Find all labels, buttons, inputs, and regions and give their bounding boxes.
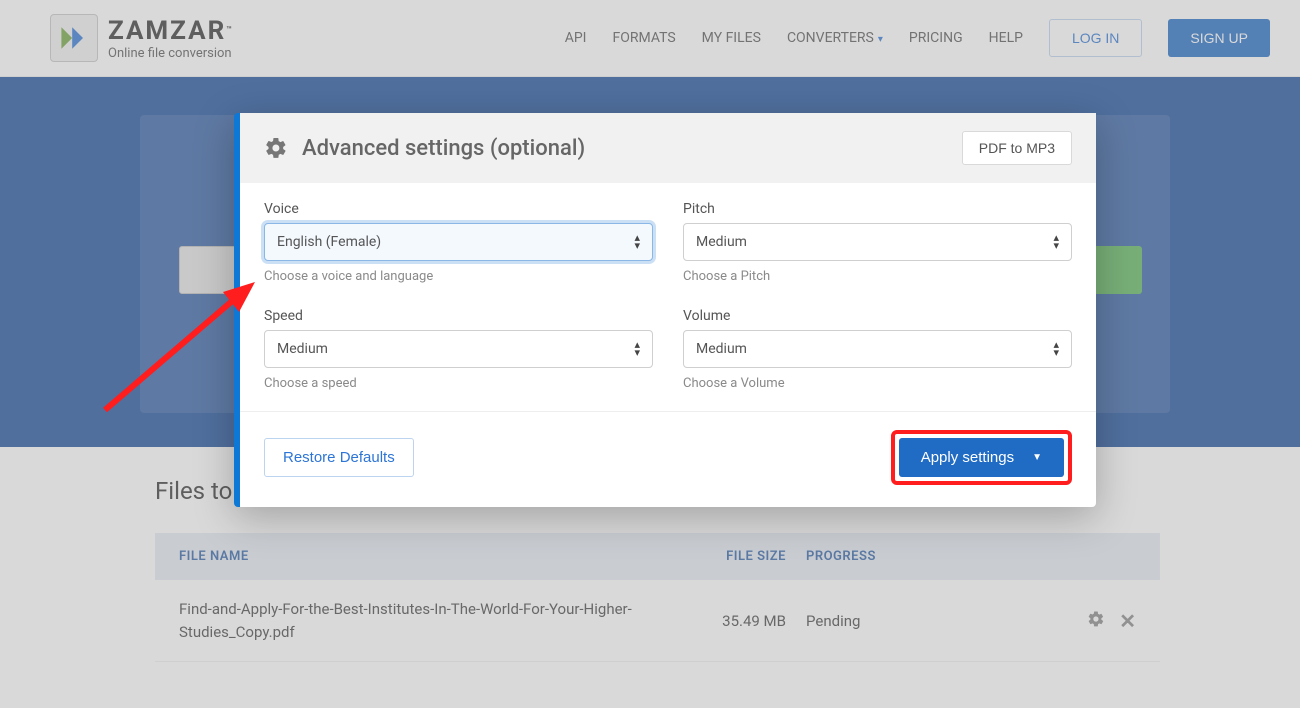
apply-highlight: Apply settings ▼	[891, 430, 1072, 485]
caret-icon: ▴▾	[1053, 341, 1059, 356]
pitch-select[interactable]: Medium ▴▾	[683, 223, 1072, 261]
caret-down-icon: ▼	[1032, 452, 1042, 463]
speed-value: Medium	[277, 341, 328, 357]
voice-label: Voice	[264, 201, 653, 217]
volume-value: Medium	[696, 341, 747, 357]
restore-defaults-button[interactable]: Restore Defaults	[264, 438, 414, 477]
gear-icon	[264, 136, 288, 160]
voice-hint: Choose a voice and language	[264, 269, 653, 284]
modal-footer: Restore Defaults Apply settings ▼	[240, 411, 1096, 507]
conversion-badge[interactable]: PDF to MP3	[962, 131, 1072, 165]
modal-body: Voice English (Female) ▴▾ Choose a voice…	[240, 183, 1096, 411]
pitch-label: Pitch	[683, 201, 1072, 217]
volume-select[interactable]: Medium ▴▾	[683, 330, 1072, 368]
pitch-value: Medium	[696, 234, 747, 250]
pitch-hint: Choose a Pitch	[683, 269, 1072, 284]
voice-value: English (Female)	[277, 234, 381, 250]
caret-icon: ▴▾	[634, 234, 640, 249]
speed-select[interactable]: Medium ▴▾	[264, 330, 653, 368]
speed-label: Speed	[264, 308, 653, 324]
caret-icon: ▴▾	[634, 341, 640, 356]
advanced-settings-modal: Advanced settings (optional) PDF to MP3 …	[234, 113, 1096, 507]
apply-settings-button[interactable]: Apply settings ▼	[899, 438, 1064, 477]
voice-select[interactable]: English (Female) ▴▾	[264, 223, 653, 261]
field-voice: Voice English (Female) ▴▾ Choose a voice…	[264, 201, 653, 298]
speed-hint: Choose a speed	[264, 376, 653, 391]
volume-label: Volume	[683, 308, 1072, 324]
modal-title: Advanced settings (optional)	[302, 136, 948, 161]
field-speed: Speed Medium ▴▾ Choose a speed	[264, 308, 653, 405]
caret-icon: ▴▾	[1053, 234, 1059, 249]
field-volume: Volume Medium ▴▾ Choose a Volume	[683, 308, 1072, 405]
field-pitch: Pitch Medium ▴▾ Choose a Pitch	[683, 201, 1072, 298]
volume-hint: Choose a Volume	[683, 376, 1072, 391]
apply-label: Apply settings	[921, 449, 1014, 466]
modal-header: Advanced settings (optional) PDF to MP3	[240, 113, 1096, 183]
